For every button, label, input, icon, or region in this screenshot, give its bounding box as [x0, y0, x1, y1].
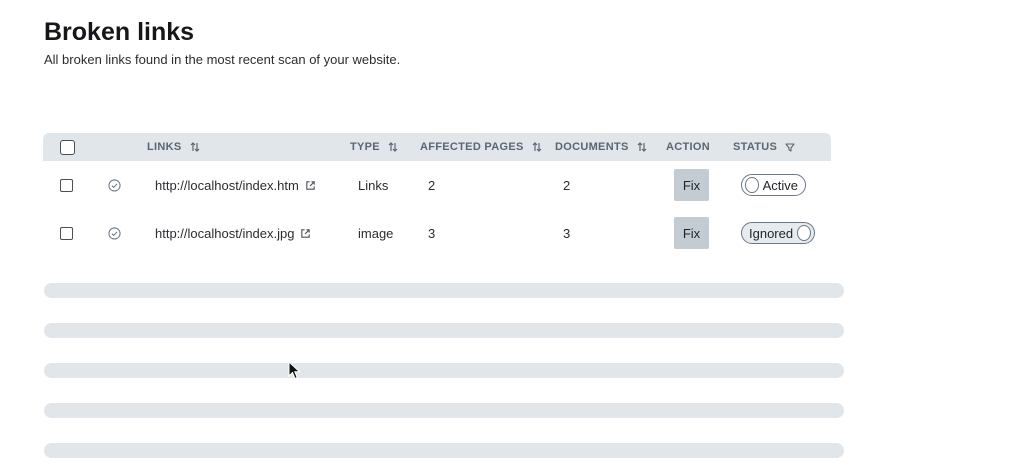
- loading-skeleton-row: [44, 363, 844, 378]
- check-circle-icon: [108, 226, 121, 240]
- column-header-affected-pages[interactable]: AFFECTED PAGES: [420, 133, 542, 161]
- status-label: Ignored: [749, 225, 794, 241]
- status-toggle[interactable]: Ignored: [741, 222, 815, 244]
- page-subtitle: All broken links found in the most recen…: [44, 52, 401, 67]
- column-header-links[interactable]: LINKS: [147, 133, 200, 161]
- loading-skeleton-row: [44, 443, 844, 458]
- sort-icon[interactable]: [388, 141, 398, 153]
- sort-icon[interactable]: [637, 141, 647, 153]
- link-type: image: [358, 225, 394, 241]
- filter-icon[interactable]: [785, 141, 795, 153]
- row-checkbox[interactable]: [60, 178, 73, 192]
- column-header-action: ACTION: [666, 133, 710, 161]
- link-type: Links: [358, 177, 389, 193]
- link-url[interactable]: http://localhost/index.jpg: [155, 226, 294, 241]
- sort-icon[interactable]: [532, 141, 542, 153]
- sort-icon[interactable]: [190, 141, 200, 153]
- column-header-label: ACTION: [666, 141, 710, 153]
- loading-skeleton-row: [44, 403, 844, 418]
- select-all-checkbox[interactable]: [60, 139, 75, 155]
- external-link-icon[interactable]: [305, 180, 316, 191]
- page-title: Broken links: [44, 18, 195, 46]
- documents-count: 3: [563, 225, 571, 241]
- external-link-icon[interactable]: [300, 228, 311, 239]
- column-header-label: STATUS: [733, 141, 778, 153]
- affected-pages-count: 3: [428, 225, 436, 241]
- table-row: http://localhost/index.htm Links 2 2 Fix…: [43, 161, 831, 209]
- status-label: Active: [762, 177, 798, 193]
- toggle-knob: [745, 177, 759, 193]
- broken-links-table: LINKS TYPE AFFECTED PAGES DOCUMENTS ACTI: [43, 133, 831, 257]
- check-circle-icon: [108, 178, 121, 192]
- status-toggle[interactable]: Active: [741, 174, 806, 196]
- column-header-status[interactable]: STATUS: [733, 133, 795, 161]
- column-header-documents[interactable]: DOCUMENTS: [555, 133, 647, 161]
- row-checkbox[interactable]: [60, 226, 73, 240]
- documents-count: 2: [563, 177, 571, 193]
- fix-button[interactable]: Fix: [674, 217, 709, 249]
- select-all-cell: [60, 133, 75, 161]
- fix-button[interactable]: Fix: [674, 169, 709, 201]
- table-header: LINKS TYPE AFFECTED PAGES DOCUMENTS ACTI: [43, 133, 831, 161]
- column-header-label: AFFECTED PAGES: [420, 141, 524, 153]
- loading-skeleton-row: [44, 283, 844, 298]
- column-header-label: LINKS: [147, 141, 182, 153]
- column-header-label: DOCUMENTS: [555, 141, 629, 153]
- loading-skeleton-row: [44, 323, 844, 338]
- link-url[interactable]: http://localhost/index.htm: [155, 178, 299, 193]
- affected-pages-count: 2: [428, 177, 436, 193]
- column-header-label: TYPE: [350, 141, 380, 153]
- table-row: http://localhost/index.jpg image 3 3 Fix…: [43, 209, 831, 257]
- toggle-knob: [797, 225, 811, 241]
- column-header-type[interactable]: TYPE: [350, 133, 398, 161]
- mouse-cursor-icon: [288, 361, 301, 380]
